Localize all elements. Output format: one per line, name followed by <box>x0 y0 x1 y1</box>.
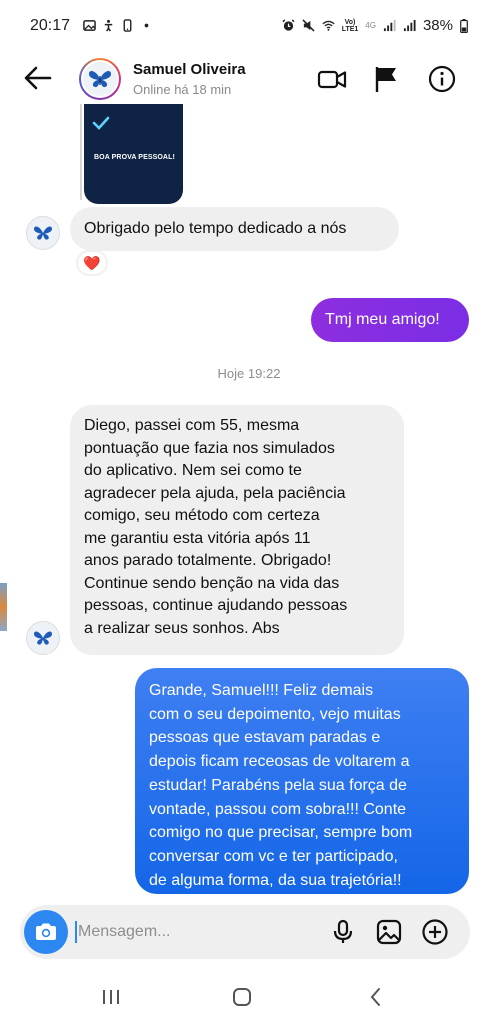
sender-avatar[interactable] <box>26 216 60 250</box>
butterfly-icon <box>34 631 52 645</box>
reply-quote-bar <box>80 104 82 200</box>
message-line: Grande, Samuel!!! Feliz demais <box>149 682 374 699</box>
gallery-notification-icon <box>83 20 96 31</box>
battery-icon <box>460 18 468 33</box>
nav-back-icon[interactable] <box>365 986 387 1008</box>
message-text: Tmj meu amigo! <box>325 311 440 328</box>
message-line: a realizar seus sonhos. Abs <box>84 619 280 637</box>
signal-2-icon <box>403 19 416 32</box>
message-line: vontade, passou com sobra!!! Conte <box>149 800 407 818</box>
checkmark-icon <box>92 116 110 130</box>
message-text: Obrigado pelo tempo dedicado a nós <box>84 220 347 237</box>
camera-icon <box>36 923 56 940</box>
message-line: comigo, seu método com certeza <box>84 507 320 524</box>
message-line: depois ficam receosas de voltarem a <box>149 753 410 771</box>
message-line: me garantiu esta vitória após 11 <box>84 529 311 547</box>
gallery-icon[interactable] <box>375 918 403 946</box>
signal-icon <box>383 19 396 32</box>
back-arrow-icon[interactable] <box>22 62 54 94</box>
butterfly-icon <box>89 71 111 88</box>
reaction-badge[interactable]: ❤️ <box>76 250 108 276</box>
status-bar: 20:17 Vo) LTE1 4G 38% <box>0 0 498 54</box>
home-icon[interactable] <box>231 986 253 1008</box>
message-line: do aplicativo. Nem sei como te <box>84 462 302 479</box>
message-line: anos parado totalmente. Obrigado! <box>84 552 332 569</box>
message-line: agradecer pela ajuda, pela paciência <box>84 484 346 502</box>
phone-notification-icon <box>123 19 132 32</box>
sender-avatar[interactable] <box>26 621 60 655</box>
text-cursor <box>75 921 77 943</box>
wifi-icon <box>322 20 335 31</box>
chat-header: Samuel Oliveira Online há 18 min <box>0 54 498 104</box>
message-line: pontuação que fazia nos simulados <box>84 439 335 457</box>
edge-thumbnail <box>0 583 7 631</box>
add-icon[interactable] <box>421 918 449 946</box>
message-line: Diego, passei com 55, mesma <box>84 417 300 434</box>
message-line: Continue sendo benção na vida das <box>84 574 340 592</box>
recent-apps-icon[interactable] <box>100 986 122 1008</box>
network-type: 4G <box>365 21 376 30</box>
message-input[interactable] <box>78 920 308 944</box>
battery-percent: 38% <box>422 17 453 34</box>
butterfly-icon <box>34 226 52 240</box>
contact-avatar[interactable] <box>79 58 121 100</box>
accessibility-notification-icon <box>104 19 113 32</box>
more-dot-icon <box>144 23 149 28</box>
message-line: comigo no que precisar, sempre bom <box>149 824 413 842</box>
message-composer <box>20 905 470 959</box>
heart-reaction-icon: ❤️ <box>83 255 101 271</box>
shared-image-card[interactable]: BOA PROVA PESSOAL! <box>84 104 183 204</box>
contact-status: Online há 18 min <box>133 82 232 97</box>
volte-indicator: Vo) LTE1 <box>341 18 359 33</box>
camera-button[interactable] <box>24 910 68 954</box>
message-line: pessoas, continue ajudando pessoas <box>84 597 348 614</box>
incoming-message[interactable]: Obrigado pelo tempo dedicado a nós <box>70 207 399 251</box>
incoming-message[interactable]: Diego, passei com 55, mesma pontuação qu… <box>70 405 404 655</box>
message-line: estudar! Parabéns pela sua força de <box>149 776 407 794</box>
alarm-icon <box>282 19 295 31</box>
notification-icons <box>83 19 153 32</box>
mute-icon <box>302 19 315 32</box>
info-icon[interactable] <box>427 64 457 94</box>
system-status: Vo) LTE1 4G 38% <box>282 17 468 34</box>
status-time: 20:17 <box>30 17 71 34</box>
message-line: de alguma forma, da sua trajetória!! <box>149 871 402 889</box>
video-call-icon[interactable] <box>317 64 347 94</box>
system-navigation-bar <box>0 970 498 1024</box>
microphone-icon[interactable] <box>329 918 357 946</box>
contact-name[interactable]: Samuel Oliveira <box>133 61 246 78</box>
timestamp-separator: Hoje 19:22 <box>217 366 281 381</box>
outgoing-message[interactable]: Grande, Samuel!!! Feliz demais com o seu… <box>135 668 469 894</box>
outgoing-message[interactable]: Tmj meu amigo! <box>311 298 469 342</box>
message-line: com o seu depoimento, vejo muitas <box>149 705 401 723</box>
shared-card-text: BOA PROVA PESSOAL! <box>94 154 175 161</box>
message-line: conversar com vc e ter participado, <box>149 847 398 865</box>
flag-icon[interactable] <box>372 64 402 94</box>
message-line: pessoas que estavam paradas e <box>149 729 381 747</box>
